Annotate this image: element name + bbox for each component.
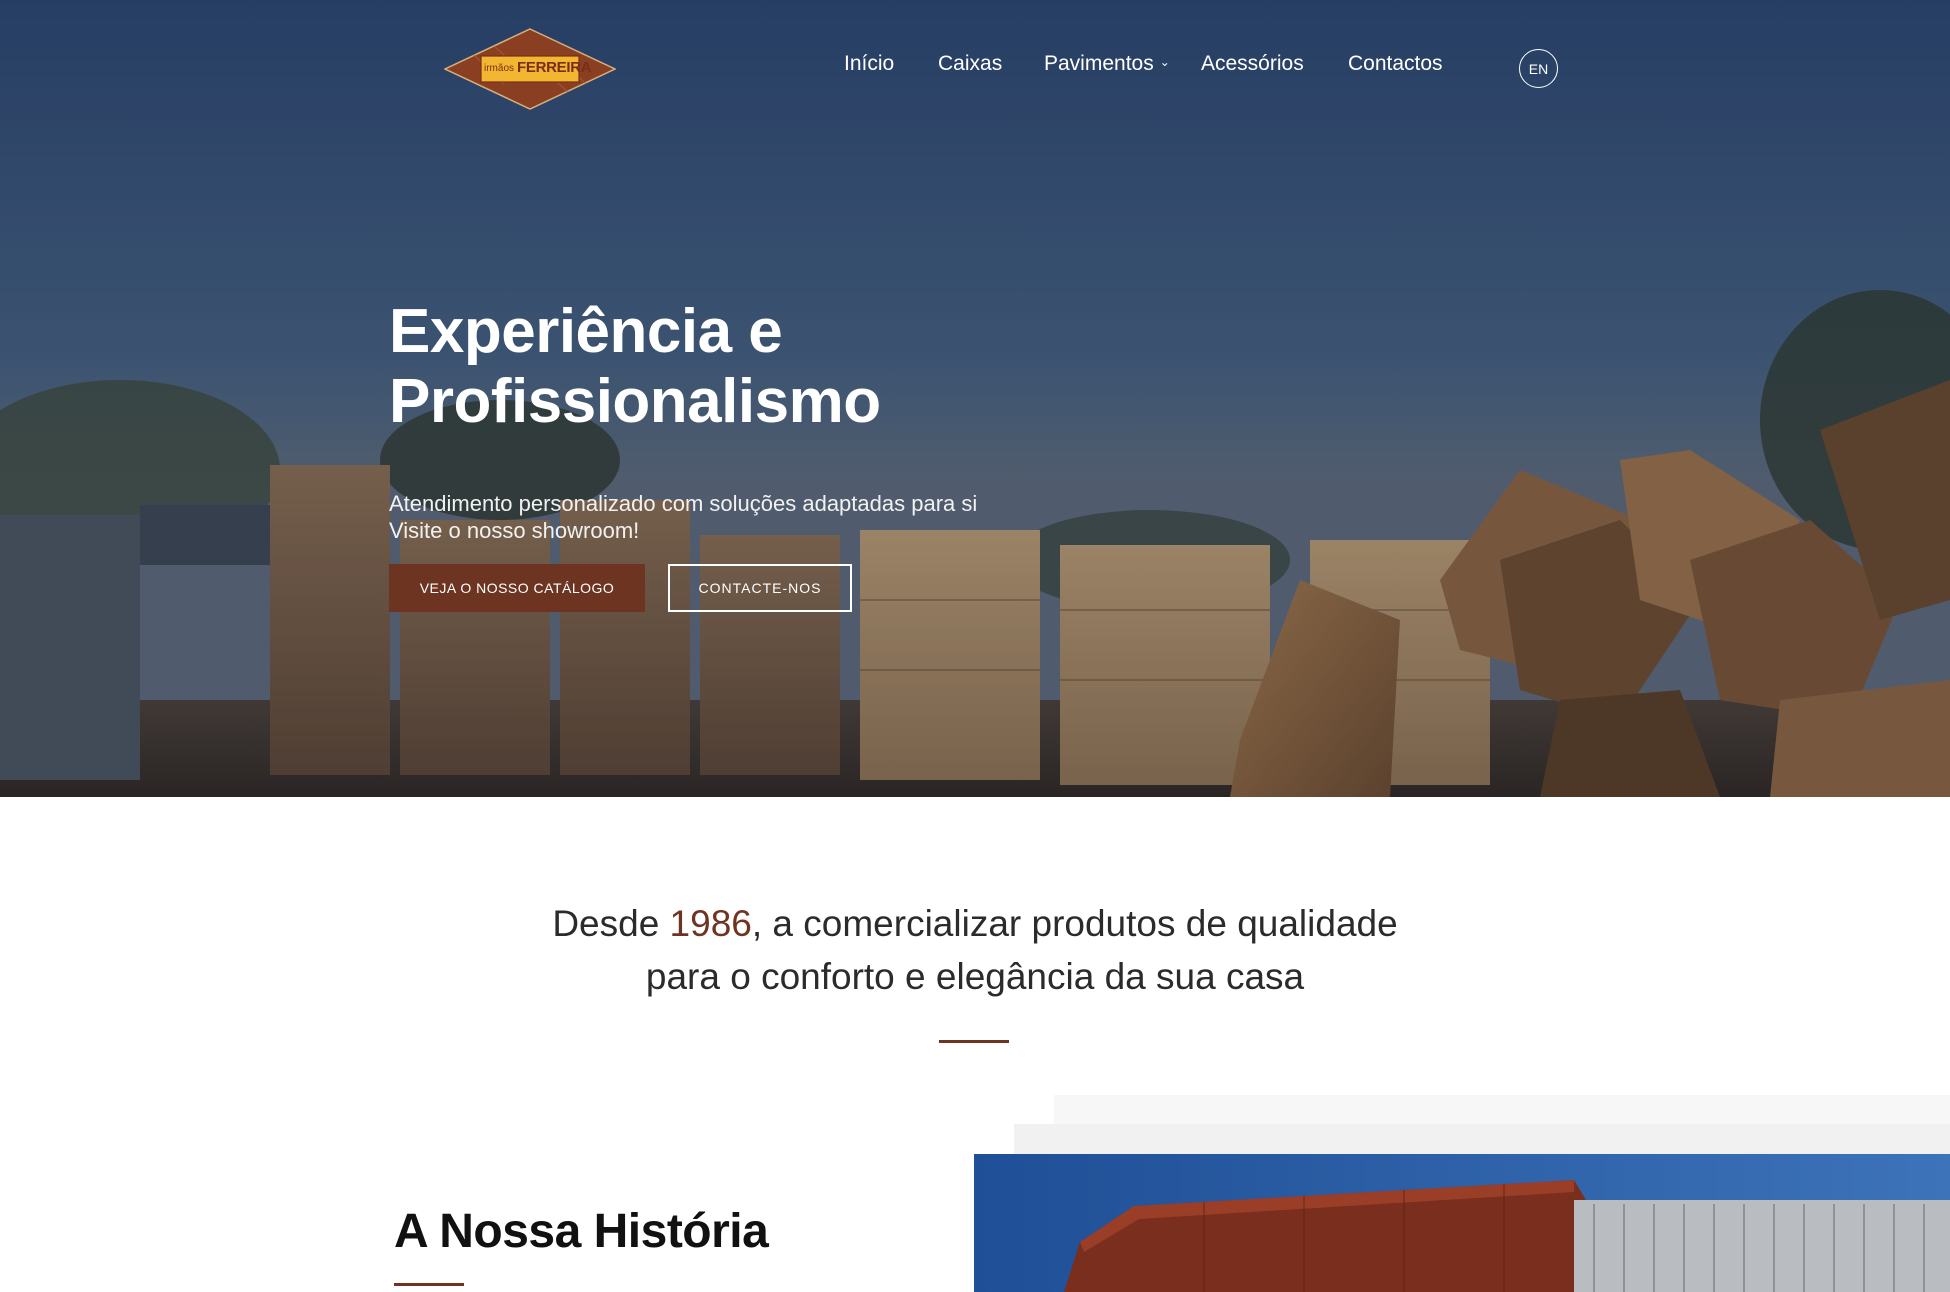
nav-item-inicio[interactable]: Início — [844, 52, 894, 76]
language-switcher[interactable]: EN — [1519, 49, 1558, 88]
intro-line1-rest: , a comercializar produtos de qualidade — [751, 903, 1398, 944]
intro-line2: para o conforto e elegância da sua casa — [645, 956, 1305, 997]
hero-title-line2: Profissionalismo — [389, 367, 881, 436]
intro-divider — [939, 1040, 1009, 1043]
hero-subtitle-line1: Atendimento personalizado com soluções a… — [389, 491, 978, 516]
history-building-image — [974, 1154, 1950, 1292]
contact-button[interactable]: CONTACTE-NOS — [668, 564, 852, 612]
history-divider — [394, 1283, 464, 1286]
irmaos-ferreira-logo[interactable]: irmãos FERREIRA — [443, 28, 617, 110]
nav-item-caixas[interactable]: Caixas — [938, 52, 1002, 76]
nav-item-pavimentos[interactable]: Pavimentos ⌄ — [1044, 52, 1170, 76]
chevron-down-icon: ⌄ — [1159, 55, 1170, 70]
catalog-button[interactable]: VEJA O NOSSO CATÁLOGO — [389, 564, 645, 612]
intro-prefix: Desde — [552, 903, 670, 944]
building-photo-graphic — [974, 1154, 1950, 1292]
logo-text-big: FERREIRA — [517, 59, 592, 76]
language-label: EN — [1528, 60, 1549, 77]
nav-item-pavimentos-label: Pavimentos — [1044, 52, 1154, 75]
hero-subtitle: Atendimento personalizado com soluções a… — [389, 490, 1089, 544]
hero-title-line1: Experiência e — [389, 297, 783, 366]
nav-item-acessorios[interactable]: Acessórios — [1201, 52, 1304, 76]
intro-statement: Desde 1986, a comercializar produtos de … — [0, 897, 1950, 1003]
hero-subtitle-line2: Visite o nosso showroom! — [389, 518, 640, 543]
nav-item-contactos[interactable]: Contactos — [1348, 52, 1443, 76]
intro-year: 1986 — [669, 903, 752, 944]
logo-text-small: irmãos — [484, 63, 515, 74]
hero-title: Experiência e Profissionalismo — [389, 297, 1089, 437]
history-title: A Nossa História — [394, 1205, 769, 1258]
